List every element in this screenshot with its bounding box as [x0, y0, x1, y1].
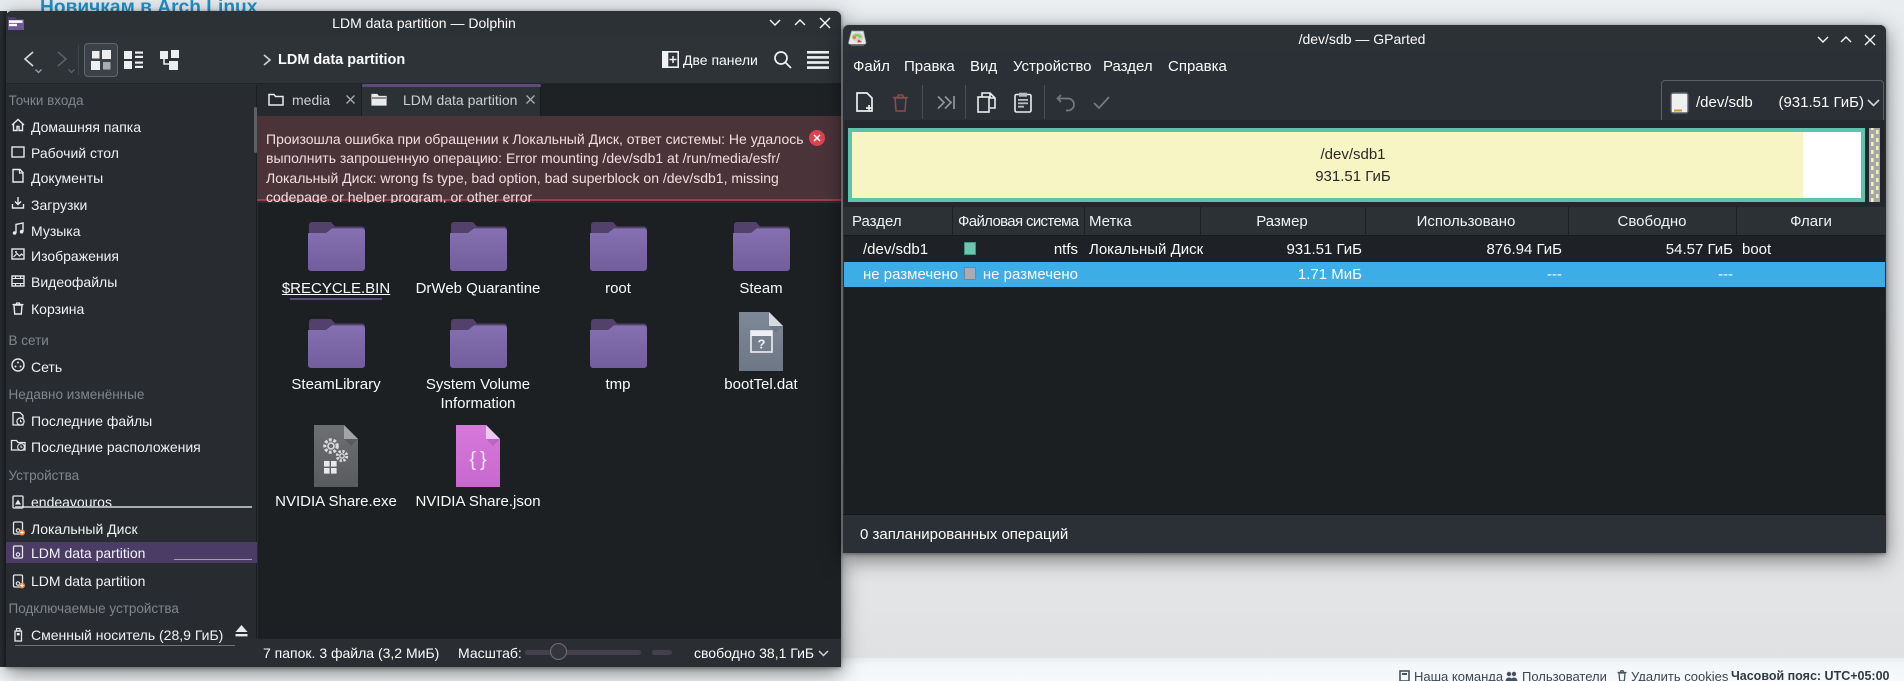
- svg-text:?: ?: [758, 337, 766, 352]
- svg-text:{ }: { }: [469, 449, 487, 471]
